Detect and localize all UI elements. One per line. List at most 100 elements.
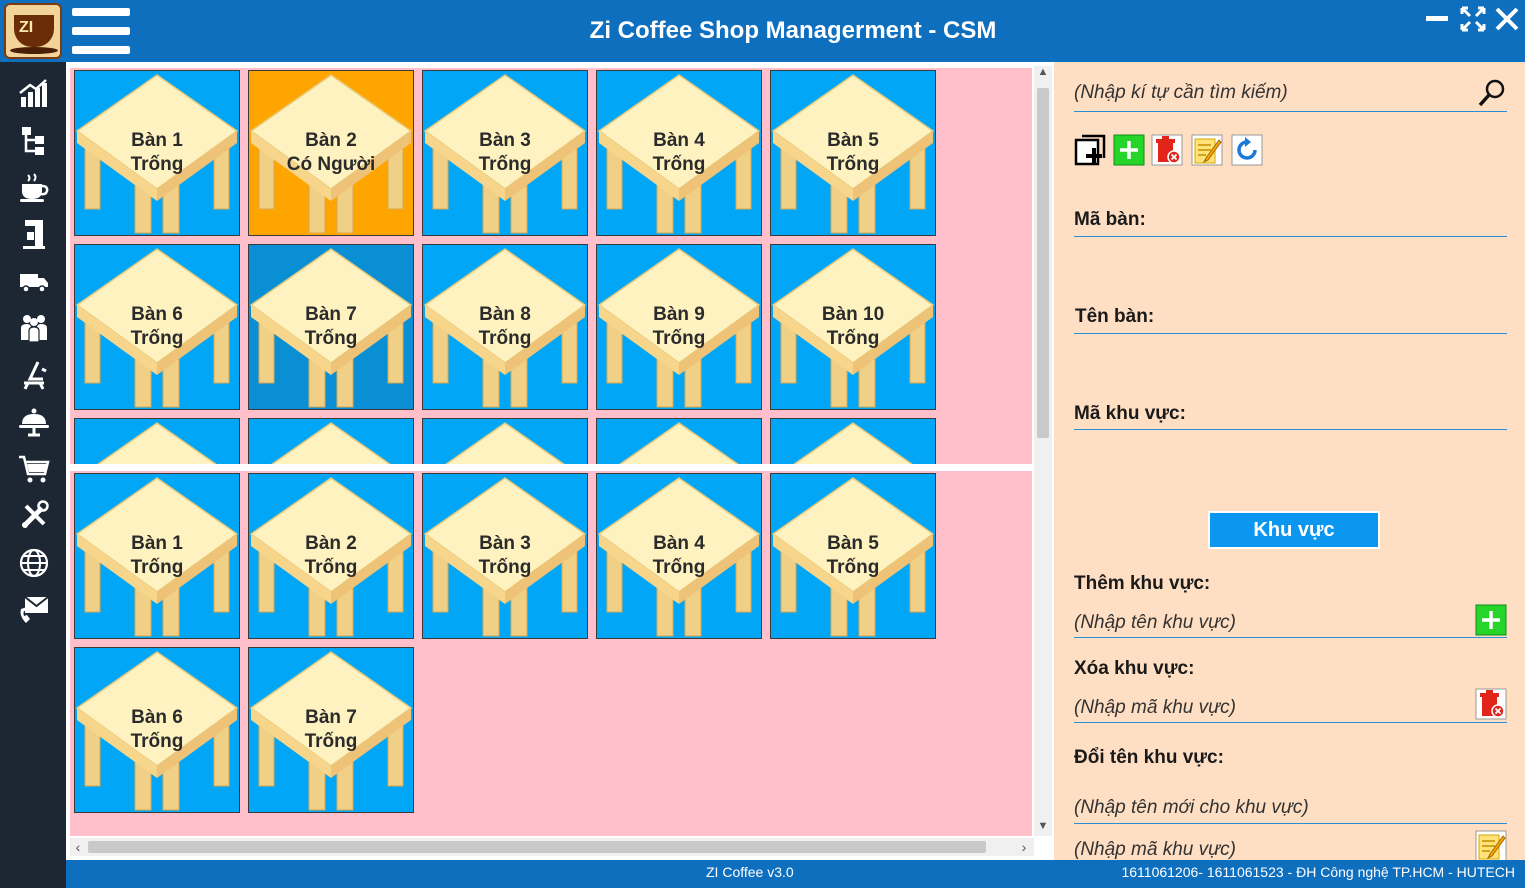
contact-icon[interactable] <box>17 593 51 627</box>
table-tile[interactable]: Bàn 3 Trống <box>422 70 588 236</box>
zone-button[interactable]: Khu vực <box>1208 511 1380 549</box>
add-zone-field[interactable]: (Nhập tên khu vực) <box>1074 608 1507 638</box>
table-id-label: Mã bàn: <box>1074 209 1146 230</box>
sidebar <box>0 62 66 888</box>
table-tile[interactable] <box>248 418 414 464</box>
table-tile[interactable]: Bàn 4 Trống <box>596 70 762 236</box>
table-tile[interactable]: Bàn 9 Trống <box>596 244 762 410</box>
scroll-up-icon[interactable]: ▲ <box>1034 66 1052 82</box>
table-tile[interactable]: Bàn 7 Trống <box>248 244 414 410</box>
vertical-scrollbar[interactable]: ▲ ▼ <box>1034 66 1052 836</box>
zone-id-field[interactable]: Mã khu vực: <box>1074 401 1507 430</box>
table-tile[interactable] <box>770 418 936 464</box>
zone-group-1: Bàn 1 Trống Bàn 2 Có Người Bàn 3 Trống Bàn 4 Tr… <box>70 68 1032 464</box>
table-tile[interactable]: Bàn 7 Trống <box>248 647 414 813</box>
table-status: Có Người <box>286 154 376 175</box>
table-icon <box>423 477 587 637</box>
lounge-chair-icon[interactable] <box>17 358 51 392</box>
add-zone-input[interactable]: (Nhập tên khu vực) <box>1074 612 1236 634</box>
table-tile[interactable] <box>596 418 762 464</box>
add-zone-button[interactable] <box>1475 604 1507 636</box>
rename-zone-new-name-field[interactable]: (Nhập tên mới cho khu vực) <box>1074 792 1507 824</box>
table-tile[interactable]: Bàn 1 Trống <box>74 70 240 236</box>
table-tile[interactable]: Bàn 5 Trống <box>770 473 936 639</box>
coffee-machine-icon[interactable] <box>17 217 51 251</box>
delete-zone-field[interactable]: (Nhập mã khu vực) <box>1074 693 1507 723</box>
shopping-cart-icon[interactable] <box>17 452 51 486</box>
table-tile[interactable]: Bàn 5 Trống <box>770 70 936 236</box>
minimize-icon[interactable] <box>1423 4 1453 32</box>
table-icon <box>75 248 239 408</box>
hierarchy-icon[interactable] <box>17 123 51 157</box>
table-name: Bàn 1 <box>131 533 183 554</box>
table-tile[interactable]: Bàn 8 Trống <box>422 244 588 410</box>
table-name: Bàn 1 <box>131 130 183 151</box>
scroll-right-icon[interactable]: › <box>1016 838 1032 856</box>
table-icon <box>249 477 413 637</box>
table-icon <box>271 422 391 464</box>
horizontal-scrollbar[interactable]: ‹ › <box>70 838 1034 856</box>
table-status: Trống <box>304 328 358 349</box>
table-status: Trống <box>304 557 358 578</box>
title-bar: ZI Zi Coffee Shop Managerment - CSM <box>0 0 1525 62</box>
window-controls <box>1423 4 1521 32</box>
table-icon <box>249 248 413 408</box>
table-icon <box>771 477 935 637</box>
scroll-down-icon[interactable]: ▼ <box>1034 820 1052 836</box>
table-tile[interactable]: Bàn 4 Trống <box>596 473 762 639</box>
table-status: Trống <box>652 557 706 578</box>
table-tile[interactable]: Bàn 6 Trống <box>74 244 240 410</box>
hamburger-menu-icon[interactable] <box>72 8 130 54</box>
table-tile[interactable]: Bàn 1 Trống <box>74 473 240 639</box>
delete-zone-button[interactable] <box>1475 688 1507 720</box>
credits-text: 1611061206- 1611061523 - ĐH Công nghệ TP… <box>1121 864 1515 880</box>
zone-group-2: Bàn 1 Trống Bàn 2 Trống Bàn 3 Trống Bàn 4 Trống… <box>70 471 1032 836</box>
rename-zone-id-input[interactable]: (Nhập mã khu vực) <box>1074 839 1236 860</box>
table-id-field[interactable]: Mã bàn: <box>1074 207 1507 237</box>
scroll-left-icon[interactable]: ‹ <box>70 838 86 856</box>
rename-zone-new-name-input[interactable]: (Nhập tên mới cho khu vực) <box>1074 797 1309 819</box>
table-icon <box>423 74 587 234</box>
staff-icon[interactable] <box>17 311 51 345</box>
tools-icon[interactable] <box>17 499 51 533</box>
table-icon <box>75 477 239 637</box>
table-tile[interactable]: Bàn 10 Trống <box>770 244 936 410</box>
add-table-icon[interactable] <box>1074 134 1106 166</box>
maximize-icon[interactable] <box>1457 4 1487 32</box>
table-status: Trống <box>478 154 532 175</box>
table-tile[interactable] <box>74 418 240 464</box>
statistics-icon[interactable] <box>17 76 51 110</box>
close-icon[interactable] <box>1491 4 1521 32</box>
table-icon <box>597 477 761 637</box>
search-input[interactable]: (Nhập kí tự cần tìm kiếm) <box>1074 82 1288 104</box>
refresh-icon[interactable] <box>1231 134 1263 166</box>
vertical-scroll-thumb[interactable] <box>1037 88 1049 438</box>
app-logo: ZI <box>4 3 62 59</box>
app-version: ZI Coffee v3.0 <box>706 864 794 880</box>
globe-icon[interactable] <box>17 546 51 580</box>
table-tile[interactable]: Bàn 2 Trống <box>248 473 414 639</box>
search-field[interactable]: (Nhập kí tự cần tìm kiếm) <box>1074 78 1507 112</box>
edit-icon[interactable] <box>1191 134 1223 166</box>
table-tile[interactable] <box>422 418 588 464</box>
horizontal-scroll-thumb[interactable] <box>88 841 986 853</box>
table-status: Trống <box>826 557 880 578</box>
serving-tray-icon[interactable] <box>17 405 51 439</box>
delete-zone-input[interactable]: (Nhập mã khu vực) <box>1074 697 1236 719</box>
table-name-label: Tên bàn: <box>1075 306 1155 327</box>
table-icon <box>249 74 413 234</box>
coffee-cup-icon[interactable] <box>17 170 51 204</box>
table-name: Bàn 6 <box>131 707 183 728</box>
table-name-field[interactable]: Tên bàn: <box>1074 304 1507 334</box>
delete-icon[interactable] <box>1151 134 1183 166</box>
table-tile[interactable]: Bàn 3 Trống <box>422 473 588 639</box>
rename-zone-id-field[interactable]: (Nhập mã khu vực) <box>1074 834 1507 860</box>
rename-zone-button[interactable] <box>1475 830 1507 860</box>
add-zone-label: Thêm khu vực: <box>1074 573 1211 594</box>
table-tile[interactable]: Bàn 2 Có Người <box>248 70 414 236</box>
search-icon[interactable] <box>1477 78 1507 108</box>
add-icon[interactable] <box>1113 134 1145 166</box>
delivery-truck-icon[interactable] <box>17 264 51 298</box>
table-tile[interactable]: Bàn 6 Trống <box>74 647 240 813</box>
table-status: Trống <box>826 328 880 349</box>
